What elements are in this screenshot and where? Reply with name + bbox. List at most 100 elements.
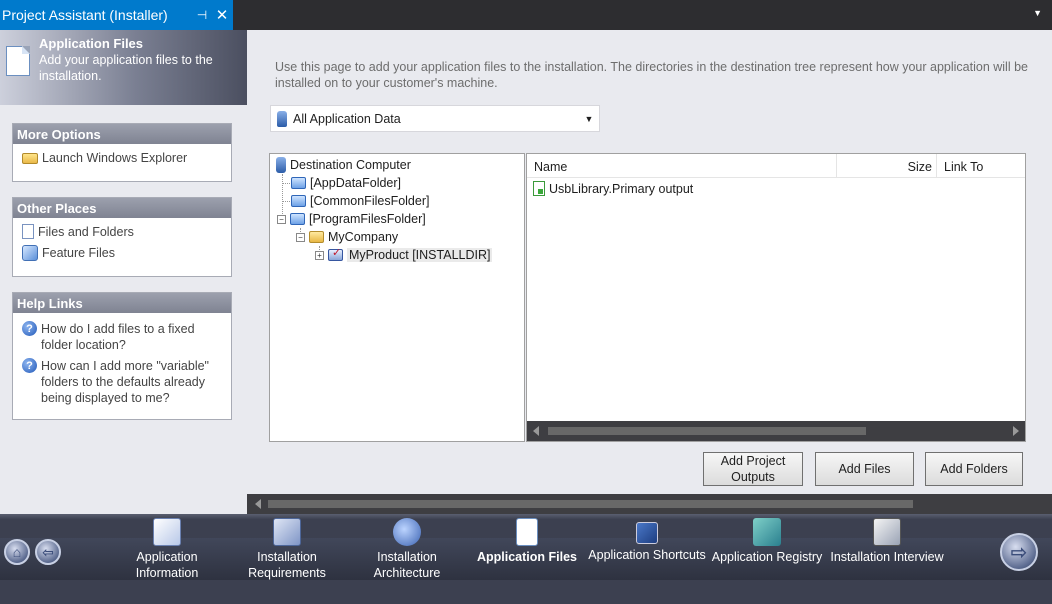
folder-icon bbox=[291, 195, 306, 207]
sidebar-title: Application Files bbox=[39, 36, 144, 51]
back-icon[interactable]: ⇦ bbox=[35, 539, 61, 565]
column-header-size[interactable]: Size bbox=[837, 154, 937, 178]
folder-icon bbox=[290, 213, 305, 225]
dropdown-value: All Application Data bbox=[293, 111, 401, 126]
column-header-link-to[interactable]: Link To bbox=[937, 154, 1025, 178]
installation-architecture-icon bbox=[393, 518, 421, 546]
tab-title: Project Assistant (Installer) bbox=[2, 7, 168, 23]
help-link-fixed-folder[interactable]: ? How do I add files to a fixed folder l… bbox=[13, 313, 231, 355]
tab-project-assistant[interactable]: Project Assistant (Installer) ⊣ ✕ bbox=[0, 0, 233, 30]
home-icon[interactable]: ⌂ bbox=[4, 539, 30, 565]
output-file-icon bbox=[533, 181, 545, 196]
computer-icon bbox=[276, 157, 286, 173]
main-content: Use this page to add your application fi… bbox=[247, 30, 1052, 514]
column-header-name[interactable]: Name bbox=[527, 154, 837, 178]
tree-node-label: [ProgramFilesFolder] bbox=[309, 212, 426, 226]
scrollbar-thumb[interactable] bbox=[268, 500, 913, 508]
tree-node-label: [AppDataFolder] bbox=[310, 176, 402, 190]
add-project-outputs-button[interactable]: Add Project Outputs bbox=[703, 452, 803, 486]
nav-item-application-shortcuts[interactable]: Application Shortcuts bbox=[587, 518, 707, 563]
tree-node-programfilesfolder[interactable]: − [ProgramFilesFolder] bbox=[277, 210, 426, 228]
expand-icon[interactable]: + bbox=[315, 250, 324, 260]
launch-windows-explorer-link[interactable]: Launch Windows Explorer bbox=[13, 144, 231, 168]
tree-node-label: [CommonFilesFolder] bbox=[310, 194, 430, 208]
sidebar-header: Application Files Add your application f… bbox=[0, 30, 247, 105]
list-item-name: UsbLibrary.Primary output bbox=[549, 181, 694, 196]
tree-node-label: MyProduct [INSTALLDIR] bbox=[347, 248, 493, 262]
nav-item-label: Application Registry bbox=[711, 550, 823, 564]
link-label: Launch Windows Explorer bbox=[42, 151, 188, 165]
main-horizontal-scrollbar[interactable] bbox=[247, 494, 1052, 514]
files-and-folders-link[interactable]: Files and Folders bbox=[13, 218, 231, 242]
tree-node-destination-computer[interactable]: Destination Computer bbox=[276, 156, 411, 174]
tree-node-myproduct[interactable]: + MyProduct [INSTALLDIR] bbox=[315, 246, 493, 264]
sidebar-description: Add your application files to the instal… bbox=[39, 53, 213, 83]
scroll-right-icon[interactable] bbox=[1013, 426, 1019, 436]
nav-item-application-registry[interactable]: Application Registry bbox=[707, 518, 827, 565]
more-options-title: More Options bbox=[13, 124, 231, 144]
application-shortcuts-icon bbox=[636, 522, 658, 544]
installation-requirements-icon bbox=[273, 518, 301, 546]
nav-item-label: Installation Architecture bbox=[373, 550, 441, 580]
nav-item-label: Installation Interview bbox=[830, 550, 944, 564]
link-label: How do I add files to a fixed folder loc… bbox=[41, 322, 195, 352]
folder-icon bbox=[22, 153, 38, 164]
file-list[interactable]: Name Size Link To UsbLibrary.Primary out… bbox=[526, 153, 1026, 442]
add-files-button[interactable]: Add Files bbox=[815, 452, 914, 486]
nav-item-installation-interview[interactable]: Installation Interview bbox=[827, 518, 947, 565]
close-icon[interactable]: ✕ bbox=[211, 6, 233, 24]
pin-icon[interactable]: ⊣ bbox=[193, 8, 211, 22]
tree-node-label: Destination Computer bbox=[290, 158, 411, 172]
tab-menu-icon[interactable]: ▼ bbox=[1033, 8, 1042, 18]
application-information-icon bbox=[153, 518, 181, 546]
tree-node-appdatafolder[interactable]: [AppDataFolder] bbox=[291, 174, 401, 192]
tree-node-commonfilesfolder[interactable]: [CommonFilesFolder] bbox=[291, 192, 429, 210]
add-folders-button[interactable]: Add Folders bbox=[925, 452, 1023, 486]
computer-icon bbox=[277, 110, 287, 127]
chevron-down-icon: ▼ bbox=[584, 113, 594, 124]
scroll-left-icon[interactable] bbox=[255, 499, 261, 509]
help-link-variable-folders[interactable]: ? How can I add more "variable" folders … bbox=[13, 355, 231, 408]
file-list-header: Name Size Link To bbox=[527, 154, 1025, 178]
sidebar: Application Files Add your application f… bbox=[0, 30, 247, 514]
scrollbar-thumb[interactable] bbox=[548, 427, 866, 435]
next-icon[interactable]: ⇨ bbox=[1000, 533, 1038, 571]
help-links-panel: Help Links ? How do I add files to a fix… bbox=[12, 292, 232, 420]
assistant-navigation-bar: ⌂ ⇦ Application Information Installation… bbox=[0, 514, 1052, 604]
scroll-left-icon[interactable] bbox=[533, 426, 539, 436]
installation-interview-icon bbox=[873, 518, 901, 546]
intro-text: Use this page to add your application fi… bbox=[275, 60, 1028, 90]
document-icon bbox=[22, 224, 34, 239]
collapse-icon[interactable]: − bbox=[296, 232, 305, 242]
feature-icon bbox=[22, 245, 38, 261]
nav-item-application-files[interactable]: Application Files bbox=[467, 518, 587, 565]
link-label: How can I add more "variable" folders to… bbox=[41, 359, 209, 405]
nav-item-label: Application Information bbox=[135, 550, 199, 580]
document-icon bbox=[6, 46, 30, 76]
folder-icon bbox=[291, 177, 306, 189]
other-places-title: Other Places bbox=[13, 198, 231, 218]
collapse-icon[interactable]: − bbox=[277, 214, 286, 224]
more-options-panel: More Options Launch Windows Explorer bbox=[12, 123, 232, 182]
nav-item-label: Application Shortcuts bbox=[588, 548, 706, 562]
help-icon: ? bbox=[22, 358, 37, 373]
application-registry-icon bbox=[753, 518, 781, 546]
link-label: Files and Folders bbox=[38, 225, 134, 239]
help-icon: ? bbox=[22, 321, 37, 336]
tree-node-mycompany[interactable]: − MyCompany bbox=[296, 228, 398, 246]
tab-bar: Project Assistant (Installer) ⊣ ✕ ▼ bbox=[0, 0, 1052, 30]
folder-icon bbox=[309, 231, 324, 243]
list-horizontal-scrollbar[interactable] bbox=[527, 421, 1025, 441]
application-files-icon bbox=[516, 518, 538, 546]
nav-item-installation-requirements[interactable]: Installation Requirements bbox=[227, 518, 347, 581]
list-item[interactable]: UsbLibrary.Primary output bbox=[533, 181, 693, 196]
nav-item-label: Installation Requirements bbox=[248, 550, 326, 580]
other-places-panel: Other Places Files and Folders Feature F… bbox=[12, 197, 232, 277]
feature-files-link[interactable]: Feature Files bbox=[13, 242, 231, 263]
tree-node-label: MyCompany bbox=[328, 230, 399, 244]
data-filter-dropdown[interactable]: All Application Data ▼ bbox=[270, 105, 600, 132]
nav-item-installation-architecture[interactable]: Installation Architecture bbox=[347, 518, 467, 581]
product-folder-icon bbox=[328, 246, 343, 261]
nav-item-application-information[interactable]: Application Information bbox=[107, 518, 227, 581]
destination-tree[interactable]: Destination Computer [AppDataFolder] [Co… bbox=[269, 153, 525, 442]
